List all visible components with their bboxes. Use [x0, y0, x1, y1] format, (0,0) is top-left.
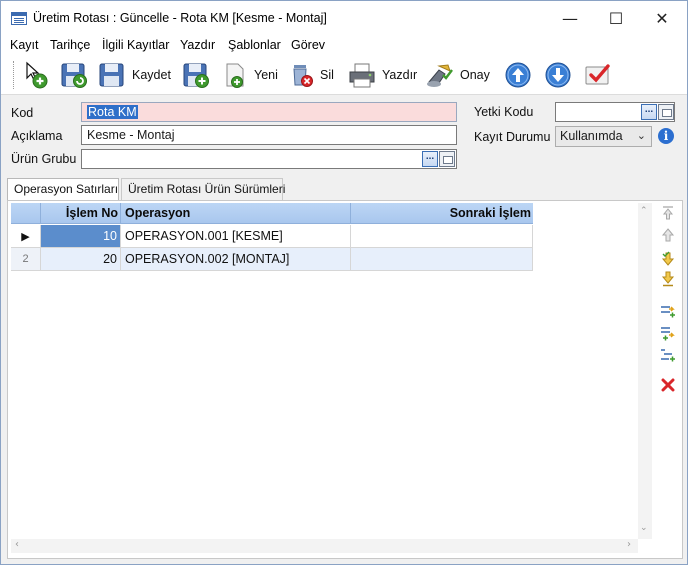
form-window-icon	[11, 12, 27, 25]
next-record-button[interactable]	[543, 59, 573, 91]
maximize-button[interactable]: ☐	[593, 1, 639, 35]
printer-icon	[349, 63, 375, 88]
cell-sonraki-islem[interactable]	[351, 248, 533, 270]
scroll-right-icon[interactable]: ›	[627, 539, 631, 550]
tab-operasyon-satirlari[interactable]: Operasyon Satırları	[7, 178, 119, 201]
kayit-durumu-select[interactable]: Kullanımda ⌄	[555, 126, 652, 147]
move-up-icon[interactable]	[660, 227, 676, 243]
print-label: Yazdır	[382, 68, 418, 82]
insert-row-icon[interactable]	[660, 303, 676, 319]
cell-operasyon[interactable]: OPERASYON.001 [KESME]	[121, 225, 351, 247]
kod-value: Rota KM	[87, 105, 138, 119]
toolbar: Kaydet Yeni Sil Yazdır Onay	[1, 55, 687, 95]
menu-yazdir[interactable]: Yazdır	[180, 38, 215, 52]
trash-delete-icon	[293, 65, 313, 87]
cell-sonraki-islem[interactable]	[351, 225, 533, 247]
menu-kayit[interactable]: Kayıt	[10, 38, 39, 52]
scroll-up-icon[interactable]: ⌃	[640, 206, 648, 216]
urun-grubu-lookup-button[interactable]: ...	[422, 151, 438, 167]
move-bottom-icon[interactable]	[660, 271, 676, 287]
tab-urun-surumleri[interactable]: Üretim Rotası Ürün Sürümleri	[121, 178, 285, 200]
current-row-indicator-icon: ▶	[11, 225, 41, 247]
delete-button[interactable]: Sil	[289, 59, 334, 91]
table-row[interactable]: ▶ 10 OPERASYON.001 [KESME]	[11, 225, 533, 248]
toolbar-grip[interactable]	[13, 61, 16, 89]
urun-grubu-label: Ürün Grubu	[11, 152, 77, 166]
move-top-icon[interactable]	[660, 205, 676, 221]
append-row-icon[interactable]	[660, 325, 676, 341]
vertical-scrollbar[interactable]: ⌃ ⌄	[638, 203, 652, 539]
print-button[interactable]: Yazdır	[347, 59, 417, 91]
yetki-kodu-field[interactable]	[555, 102, 675, 122]
window-title: Üretim Rotası : Güncelle - Rota KM [Kesm…	[33, 11, 327, 25]
arrow-down-icon	[545, 62, 571, 88]
minimize-button[interactable]: —	[547, 1, 593, 35]
new-button[interactable]: Yeni	[223, 59, 278, 91]
close-button[interactable]: ✕	[639, 1, 685, 35]
table-row[interactable]: 2 20 OPERASYON.002 [MONTAJ]	[11, 248, 533, 271]
delete-row-icon[interactable]	[660, 377, 676, 393]
new-record-icon	[26, 61, 48, 89]
chevron-down-icon: ⌄	[636, 129, 646, 142]
kayit-durumu-label: Kayıt Durumu	[474, 130, 551, 144]
save-new-icon-button[interactable]	[181, 59, 211, 91]
urun-grubu-field[interactable]	[81, 149, 457, 169]
arrow-up-icon	[505, 62, 531, 88]
column-operasyon[interactable]: Operasyon	[121, 203, 351, 224]
row-header-corner	[11, 203, 41, 224]
aciklama-label: Açıklama	[11, 129, 63, 143]
confirm-check-button[interactable]	[583, 59, 613, 91]
approve-button[interactable]: Onay	[425, 59, 490, 91]
approve-stamp-icon	[427, 64, 453, 87]
cell-islem-no[interactable]: 20	[41, 248, 121, 270]
add-child-row-icon[interactable]	[660, 347, 676, 363]
title-bar: Üretim Rotası : Güncelle - Rota KM [Kesm…	[1, 1, 687, 35]
new-record-button[interactable]	[21, 59, 51, 91]
delete-label: Sil	[320, 68, 334, 82]
cell-operasyon[interactable]: OPERASYON.002 [MONTAJ]	[121, 248, 351, 270]
save-refresh-button[interactable]	[59, 59, 89, 91]
grid-header: İşlem No Operasyon Sonraki İşlem	[11, 203, 533, 224]
horizontal-scrollbar[interactable]: ‹ ›	[11, 539, 638, 553]
row-number: 2	[11, 248, 41, 270]
scroll-down-icon[interactable]: ⌄	[640, 523, 648, 533]
info-icon[interactable]: i	[658, 128, 674, 144]
save-new-icon	[183, 63, 209, 88]
menu-ilgili-kayitlar[interactable]: İlgili Kayıtlar	[102, 38, 169, 52]
menu-tarihce[interactable]: Tarihçe	[50, 38, 90, 52]
operations-panel: İşlem No Operasyon Sonraki İşlem ▶ 10 OP…	[7, 200, 683, 559]
new-document-icon	[226, 63, 244, 88]
menu-gorev[interactable]: Görev	[291, 38, 325, 52]
yetki-kodu-lookup-button[interactable]: ...	[641, 104, 657, 120]
urun-grubu-clear-button[interactable]	[439, 151, 455, 167]
aciklama-field[interactable]: Kesme - Montaj	[81, 125, 457, 145]
kod-label: Kod	[11, 106, 34, 120]
save-refresh-icon	[61, 63, 87, 88]
menu-bar: Kayıt Tarihçe İlgili Kayıtlar Yazdır Şab…	[1, 35, 687, 55]
kod-field[interactable]: Rota KM	[81, 102, 457, 122]
scroll-left-icon[interactable]: ‹	[15, 539, 19, 550]
approve-label: Onay	[460, 68, 490, 82]
yetki-kodu-clear-button[interactable]	[658, 104, 674, 120]
previous-record-button[interactable]	[503, 59, 533, 91]
move-down-icon[interactable]	[660, 251, 676, 267]
row-tools	[656, 203, 680, 553]
column-sonraki-islem[interactable]: Sonraki İşlem	[351, 203, 533, 224]
approve-check-icon	[585, 64, 610, 85]
yetki-kodu-label: Yetki Kodu	[474, 105, 534, 119]
save-icon	[99, 63, 124, 87]
header-form: Kod Rota KM Açıklama Kesme - Montaj Ürün…	[1, 96, 687, 174]
new-label: Yeni	[254, 68, 278, 82]
save-button[interactable]: Kaydet	[97, 59, 171, 91]
menu-sablonlar[interactable]: Şablonlar	[228, 38, 281, 52]
kayit-durumu-value: Kullanımda	[560, 129, 623, 143]
save-label: Kaydet	[132, 68, 171, 82]
main-window: Üretim Rotası : Güncelle - Rota KM [Kesm…	[0, 0, 688, 565]
cell-islem-no[interactable]: 10	[41, 225, 121, 247]
column-islem-no[interactable]: İşlem No	[41, 203, 121, 224]
